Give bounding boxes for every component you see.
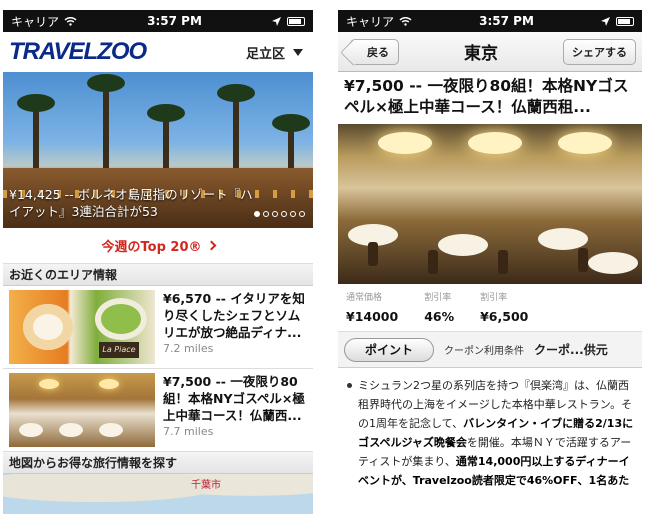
carrier-label: キャリア bbox=[11, 14, 60, 29]
carousel-dot[interactable] bbox=[254, 211, 260, 217]
chevron-right-icon bbox=[206, 240, 216, 251]
price-summary: 通常価格 ¥14000 割引率 46% 割引率 ¥6,500 bbox=[338, 284, 642, 332]
deal-thumbnail bbox=[9, 373, 155, 447]
page-title: 東京 bbox=[464, 44, 498, 64]
tab-coupon-conditions[interactable]: クーポン利用条件 bbox=[444, 342, 524, 357]
battery-icon bbox=[616, 16, 634, 26]
deal-description: ミシュラン2つ星の系列店を持つ『倶楽湾』は、仏蘭西租界時代の上海をイメージした本… bbox=[338, 368, 642, 490]
price-label: 割引率 bbox=[424, 293, 452, 303]
battery-icon bbox=[287, 16, 305, 26]
restaurant-sign: La Piace bbox=[99, 342, 139, 358]
price-label: 通常価格 bbox=[346, 293, 383, 303]
back-label: 戻る bbox=[367, 45, 389, 59]
price-label: 割引率 bbox=[480, 293, 508, 303]
map-section-header: 地図からお得な旅行情報を探す bbox=[3, 452, 313, 474]
travelzoo-logo: TRAVELZOO bbox=[9, 38, 147, 65]
chair bbox=[428, 250, 438, 274]
table bbox=[438, 234, 488, 256]
hero-banner[interactable]: ¥14,425 -- ボルネオ島屈指のリゾート『ハイアット』3連泊合計が53 bbox=[3, 72, 313, 228]
deal-distance: 7.2 miles bbox=[163, 342, 214, 355]
deal-distance: 7.7 miles bbox=[163, 425, 214, 438]
deal-title: ¥6,570 -- イタリアを知り尽くしたシェフとソムリエが放つ絶品ディナ... bbox=[163, 291, 305, 340]
carousel-dot[interactable] bbox=[272, 211, 278, 217]
deal-detail-photo bbox=[338, 124, 642, 284]
deal-thumbnail: La Piace bbox=[9, 290, 155, 364]
hero-caption: ¥14,425 -- ボルネオ島屈指のリゾート『ハイアット』3連泊合計が53 bbox=[9, 187, 253, 219]
nearby-section-header: お近くのエリア情報 bbox=[3, 264, 313, 286]
share-button[interactable]: シェアする bbox=[563, 38, 636, 65]
deal-detail-title: ¥7,500 -- 一夜限り80組！本格NYゴスペル×極上中華コース！仏蘭西租.… bbox=[344, 77, 629, 116]
app-header: TRAVELZOO 足立区 bbox=[3, 32, 313, 72]
chandelier bbox=[99, 379, 119, 389]
map-city-label: 千葉市 bbox=[191, 480, 221, 491]
table bbox=[538, 228, 588, 250]
clock: 3:57 PM bbox=[479, 14, 534, 28]
table bbox=[588, 252, 638, 274]
price-value: ¥6,500 bbox=[480, 309, 529, 324]
detail-tabs: ポイント クーポン利用条件 クーポ...供元 bbox=[338, 332, 642, 368]
map-preview[interactable]: 千葉市 bbox=[3, 474, 313, 514]
chair bbox=[368, 242, 378, 266]
map-land bbox=[3, 474, 313, 514]
carousel-dot[interactable] bbox=[281, 211, 287, 217]
location-arrow-icon bbox=[272, 16, 281, 26]
chandelier bbox=[39, 379, 59, 389]
deal-title: ¥7,500 -- 一夜限り80組！本格NYゴスペル×極上中華コース！仏蘭西..… bbox=[163, 374, 305, 423]
back-button[interactable]: 戻る bbox=[350, 38, 399, 65]
carrier-label: キャリア bbox=[346, 14, 395, 29]
chevron-down-icon bbox=[293, 48, 303, 56]
phone-screen-detail: キャリア 3:57 PM 戻る 東京 シェアする ¥7,500 -- 一夜限り8… bbox=[338, 10, 642, 515]
status-bar: キャリア 3:57 PM bbox=[3, 10, 313, 32]
clock: 3:57 PM bbox=[147, 14, 202, 28]
carousel-dot[interactable] bbox=[299, 211, 305, 217]
region-label: 足立区 bbox=[245, 46, 285, 62]
carousel-dot[interactable] bbox=[263, 211, 269, 217]
top20-label: 今週のTop 20® bbox=[101, 240, 202, 255]
navigation-bar: 戻る 東京 シェアする bbox=[338, 32, 642, 72]
table bbox=[59, 423, 83, 437]
chair bbox=[578, 248, 588, 272]
price-value: ¥14000 bbox=[346, 309, 399, 324]
table bbox=[99, 423, 123, 437]
region-selector[interactable]: 足立区 bbox=[246, 43, 303, 62]
chandelier bbox=[468, 132, 522, 154]
wifi-icon bbox=[64, 17, 77, 26]
carousel-dot[interactable] bbox=[290, 211, 296, 217]
status-bar: キャリア 3:57 PM bbox=[338, 10, 642, 32]
phone-screen-home: キャリア 3:57 PM TRAVELZOO 足立区 ¥14,425 -- ボル… bbox=[3, 10, 313, 515]
tab-provider[interactable]: クーポ...供元 bbox=[534, 341, 608, 358]
price-discount-amount: 割引率 ¥6,500 bbox=[480, 290, 528, 331]
chandelier bbox=[378, 132, 432, 154]
deal-list-item[interactable]: La Piace ¥6,570 -- イタリアを知り尽くしたシェフとソムリエが放… bbox=[3, 286, 313, 369]
price-value: 46% bbox=[424, 309, 455, 324]
food-plate bbox=[95, 298, 147, 340]
tab-points[interactable]: ポイント bbox=[344, 337, 435, 362]
price-discount-rate: 割引率 46% bbox=[424, 290, 454, 331]
location-arrow-icon bbox=[601, 16, 610, 26]
chandelier bbox=[558, 132, 612, 154]
food-plate bbox=[23, 304, 73, 350]
price-regular: 通常価格 ¥14000 bbox=[346, 290, 398, 331]
deal-list-item[interactable]: ¥7,500 -- 一夜限り80組！本格NYゴスペル×極上中華コース！仏蘭西..… bbox=[3, 369, 313, 452]
bullet-icon bbox=[347, 383, 352, 388]
carousel-dots[interactable] bbox=[254, 211, 305, 217]
chair bbox=[498, 250, 508, 274]
share-label: シェアする bbox=[572, 45, 627, 59]
table bbox=[19, 423, 43, 437]
wifi-icon bbox=[399, 17, 412, 26]
top20-link[interactable]: 今週のTop 20® bbox=[3, 228, 313, 264]
